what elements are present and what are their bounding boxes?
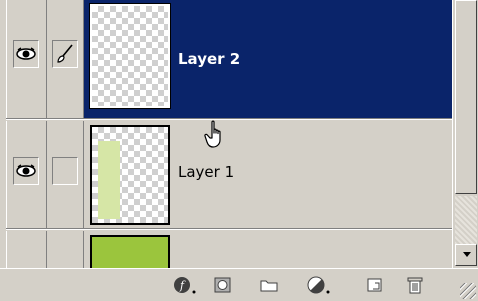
adjustment-layer-icon [307, 276, 330, 294]
layer-row-layer-2[interactable]: Layer 2 [6, 0, 452, 118]
link-toggle[interactable] [52, 157, 78, 185]
scrollbar-thumb[interactable] [455, 0, 477, 194]
divider [6, 118, 452, 120]
delete-layer-button[interactable] [404, 275, 426, 295]
layer-row-fill[interactable] [6, 231, 452, 275]
layer-row-layer-1[interactable]: Layer 1 [6, 121, 452, 228]
layer-mask-button[interactable] [212, 275, 234, 295]
layer-thumbnail[interactable] [89, 3, 171, 109]
visibility-cell[interactable] [6, 231, 47, 268]
scroll-down-button[interactable] [455, 244, 477, 266]
new-group-button[interactable] [258, 275, 280, 295]
link-cell[interactable] [47, 0, 84, 118]
layer-main[interactable] [84, 231, 452, 275]
layers-panel: Layer 2 Layer 1 f [0, 0, 478, 301]
layer-content-preview [98, 141, 120, 219]
adjustment-layer-button[interactable] [306, 275, 330, 295]
visibility-cell[interactable] [6, 121, 47, 228]
new-layer-icon [367, 278, 382, 292]
layer-name[interactable]: Layer 2 [178, 50, 240, 68]
eye-icon [16, 164, 36, 177]
hand-pointer-icon [204, 120, 221, 148]
layer-mask-icon [214, 277, 231, 293]
brush-toggle[interactable] [52, 40, 78, 68]
scrollbar-track[interactable] [455, 196, 477, 244]
trash-icon [407, 277, 423, 294]
visibility-toggle[interactable] [13, 40, 39, 68]
link-cell[interactable] [47, 231, 84, 268]
brush-icon [57, 44, 73, 63]
visibility-cell[interactable] [6, 0, 47, 118]
vertical-scrollbar[interactable] [452, 0, 478, 268]
layer-main[interactable]: Layer 2 [84, 0, 452, 118]
link-cell[interactable] [47, 121, 84, 228]
divider [6, 228, 452, 230]
resize-grip[interactable] [460, 283, 476, 299]
visibility-toggle[interactable] [13, 157, 39, 185]
layer-name[interactable]: Layer 1 [178, 163, 234, 181]
layers-toolbar: f [0, 268, 478, 301]
arrow-down-icon [463, 252, 471, 257]
new-layer-button[interactable] [364, 275, 386, 295]
layer-main[interactable]: Layer 1 [84, 121, 452, 228]
new-group-icon [260, 280, 278, 292]
layer-thumbnail[interactable] [90, 125, 170, 225]
layer-style-button[interactable]: f [172, 275, 196, 295]
eye-icon [16, 47, 36, 60]
layer-style-icon: f [174, 277, 196, 294]
